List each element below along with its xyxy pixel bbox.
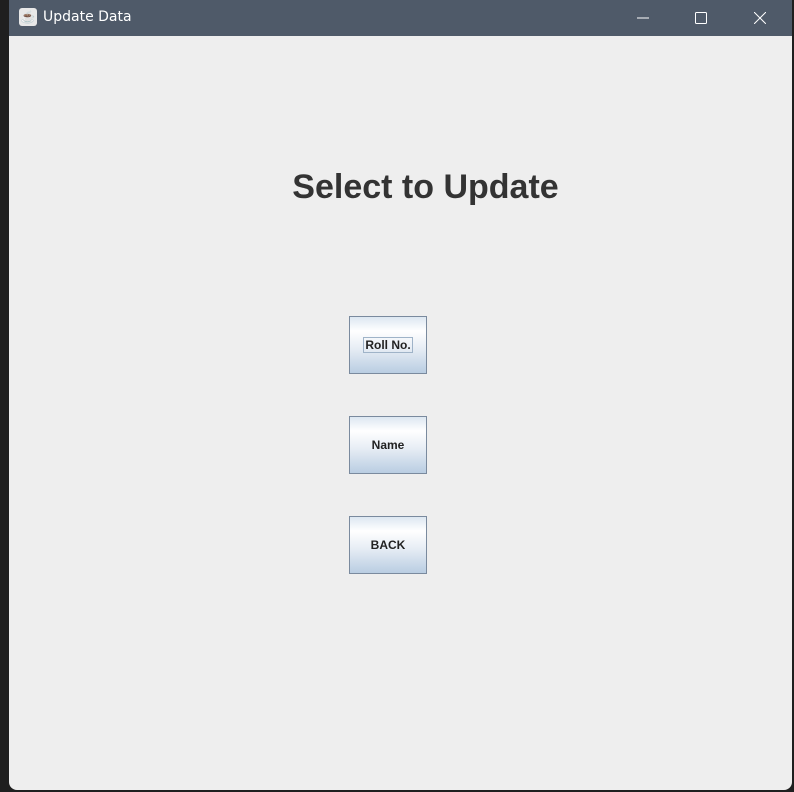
back-button[interactable]: BACK — [349, 516, 427, 574]
roll-no-label: Roll No. — [363, 337, 413, 353]
page-heading: Select to Update — [292, 168, 559, 206]
back-label: BACK — [370, 538, 406, 552]
roll-no-button[interactable]: Roll No. — [349, 316, 427, 374]
close-icon — [754, 12, 766, 24]
maximize-button[interactable] — [672, 0, 730, 36]
update-data-window: ☕ Update Data Select to Update Roll No. … — [9, 0, 792, 790]
minimize-icon — [637, 17, 649, 19]
close-button[interactable] — [731, 0, 789, 36]
name-label: Name — [371, 438, 405, 452]
name-button[interactable]: Name — [349, 416, 427, 474]
title-bar[interactable]: ☕ Update Data — [9, 0, 792, 36]
window-title: Update Data — [43, 9, 132, 25]
java-app-icon: ☕ — [19, 8, 37, 26]
minimize-button[interactable] — [614, 0, 672, 36]
maximize-icon — [695, 12, 707, 24]
